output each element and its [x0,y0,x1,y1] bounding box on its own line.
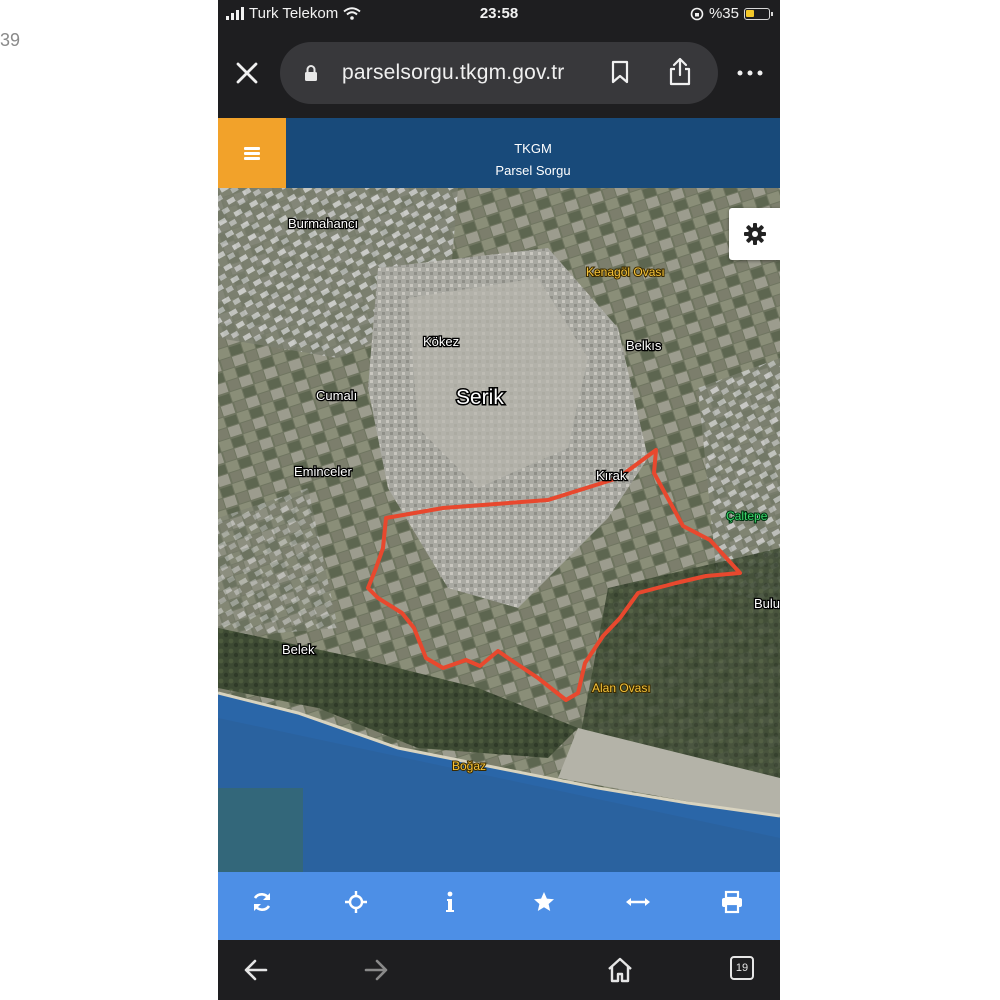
browser-nav-bar: 19 [218,940,780,1000]
app-subtitle: Parsel Sorgu [495,163,571,178]
app-title: TKGM [514,141,552,156]
app-title-block: TKGM Parsel Sorgu [286,138,780,182]
locate-button[interactable] [338,890,374,922]
measure-icon [626,898,650,906]
map-label-kirak: Kırak [596,468,627,483]
map-label-alan-ovasi: Alan Ovası [592,681,651,695]
status-bar: Turk Telekom 23:58 %35 [218,0,780,30]
browser-toolbar: parselsorgu.tkgm.gov.tr [218,30,780,118]
map-label-right-green: Çaltepe [726,509,768,523]
map-canvas[interactable]: Burmahancı Kökez Belkıs Cumalı Eminceler… [218,188,780,872]
map-label-kenagol: Kenagöl Ovası [586,265,665,279]
page-edge-number: 39 [0,30,21,50]
more-options-button[interactable] [734,58,766,88]
measure-button[interactable] [620,890,656,922]
locate-icon [345,891,367,913]
favorite-star-icon [534,892,554,911]
map-label-serik: Serik [456,386,504,409]
url-text: parselsorgu.tkgm.gov.tr [342,61,565,84]
tab-count: 19 [735,962,749,974]
forward-arrow-icon [364,959,388,981]
map-settings-button[interactable] [729,208,780,260]
orientation-lock-icon [690,7,704,20]
print-button[interactable] [714,890,750,922]
map-label-eminceler: Eminceler [294,464,352,479]
phone-screen: Turk Telekom 23:58 %35 parselsorgu.tkgm.… [218,0,780,1000]
map-label-belkis: Belkıs [626,338,662,353]
map-label-cumali: Cumalı [316,388,357,403]
gear-icon [744,223,766,245]
refresh-icon [253,893,271,911]
lock-icon [305,65,317,81]
home-icon [608,957,632,983]
more-icon [737,70,763,76]
print-icon [722,890,742,914]
tabs-button[interactable]: 19 [730,956,754,986]
favorite-button[interactable] [526,890,562,922]
map-label-burmahanci: Burmahancı [288,216,358,231]
map-label-belek: Belek [282,642,315,657]
battery-icon [744,7,773,20]
back-button[interactable] [242,956,270,986]
map-label-kokez: Kökez [423,334,459,349]
battery-percent: %35 [708,5,739,22]
close-tab-button[interactable] [232,58,262,88]
map-label-bogaz: Boğaz [452,759,486,773]
satellite-map[interactable]: Burmahancı Kökez Belkıs Cumalı Eminceler… [218,188,780,872]
back-arrow-icon [244,959,268,981]
map-label-bulu: Bulu [754,596,780,611]
tabs-icon: 19 [730,956,754,980]
address-bar[interactable]: parselsorgu.tkgm.gov.tr [280,42,718,104]
map-toolbar [218,872,780,940]
close-icon [236,62,258,84]
home-button[interactable] [606,956,634,986]
bookmark-icon[interactable] [610,60,630,84]
refresh-button[interactable] [244,890,280,922]
app-header: TKGM Parsel Sorgu [218,118,780,188]
share-icon[interactable] [668,56,692,86]
info-icon [446,891,454,912]
hamburger-menu-button[interactable] [218,118,286,188]
forward-button[interactable] [362,956,390,986]
info-button[interactable] [432,890,468,922]
